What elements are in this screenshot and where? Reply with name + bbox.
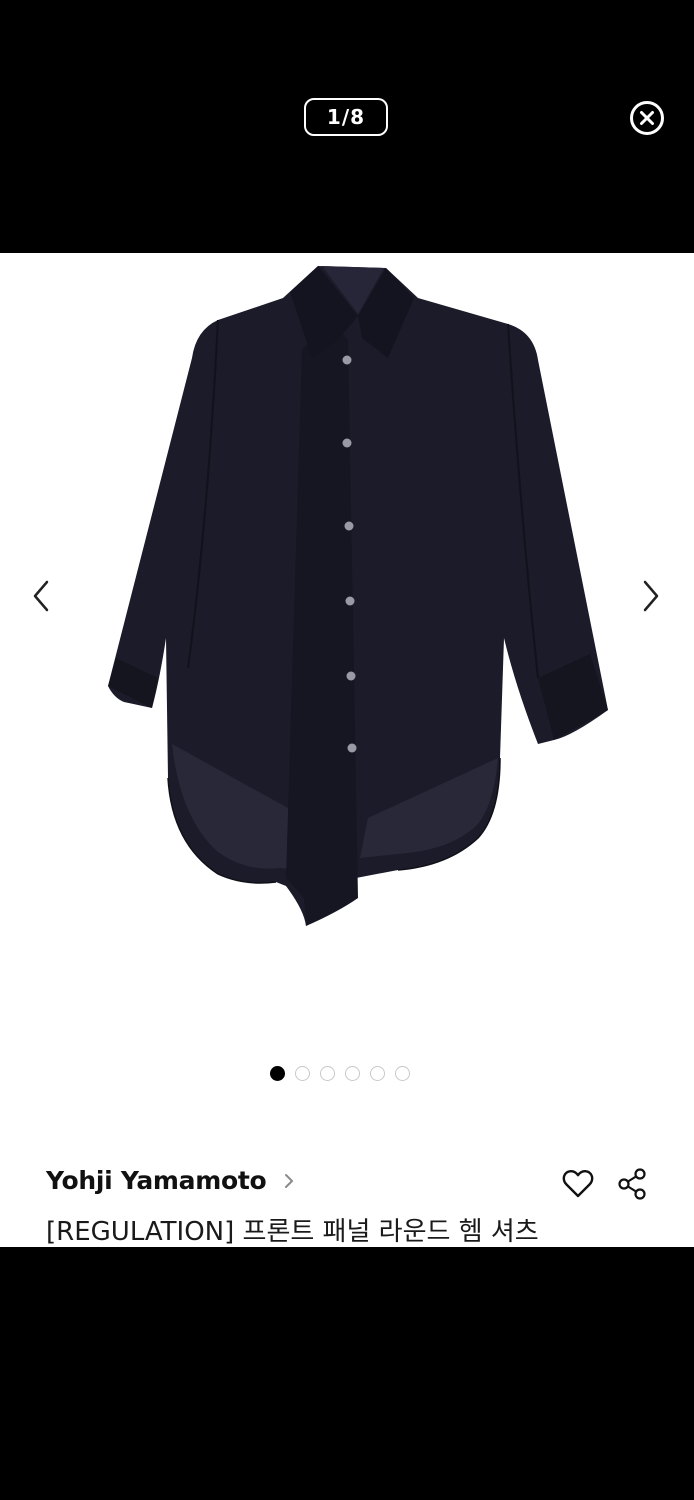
previous-image-button[interactable]: [26, 574, 56, 618]
like-button[interactable]: [561, 1168, 595, 1200]
image-counter: 1/8: [304, 98, 388, 136]
product-image[interactable]: [68, 258, 624, 934]
viewer-top-bar: 1/8: [0, 0, 694, 253]
product-title: [REGULATION] 프론트 패널 라운드 헴 셔츠: [46, 1217, 539, 1247]
heart-icon: [562, 1169, 594, 1198]
close-button[interactable]: [629, 100, 665, 136]
carousel-dot[interactable]: [395, 1066, 410, 1081]
carousel-dot[interactable]: [295, 1066, 310, 1081]
viewer-bottom-bar: [0, 1247, 694, 1500]
carousel-dot[interactable]: [320, 1066, 335, 1081]
brand-name: Yohji Yamamoto: [46, 1166, 267, 1195]
chevron-right-icon: [643, 580, 659, 612]
next-image-button[interactable]: [636, 574, 666, 618]
chevron-left-icon: [33, 580, 49, 612]
chevron-right-icon: [285, 1173, 294, 1188]
shirt-image: [108, 266, 608, 926]
carousel-dot[interactable]: [370, 1066, 385, 1081]
share-icon: [618, 1168, 646, 1200]
carousel-dots: [270, 1066, 410, 1082]
brand-link[interactable]: Yohji Yamamoto: [46, 1166, 296, 1195]
carousel-dot[interactable]: [345, 1066, 360, 1081]
share-button[interactable]: [616, 1167, 648, 1201]
close-circle-icon: [630, 101, 664, 135]
carousel-dot[interactable]: [270, 1066, 285, 1081]
